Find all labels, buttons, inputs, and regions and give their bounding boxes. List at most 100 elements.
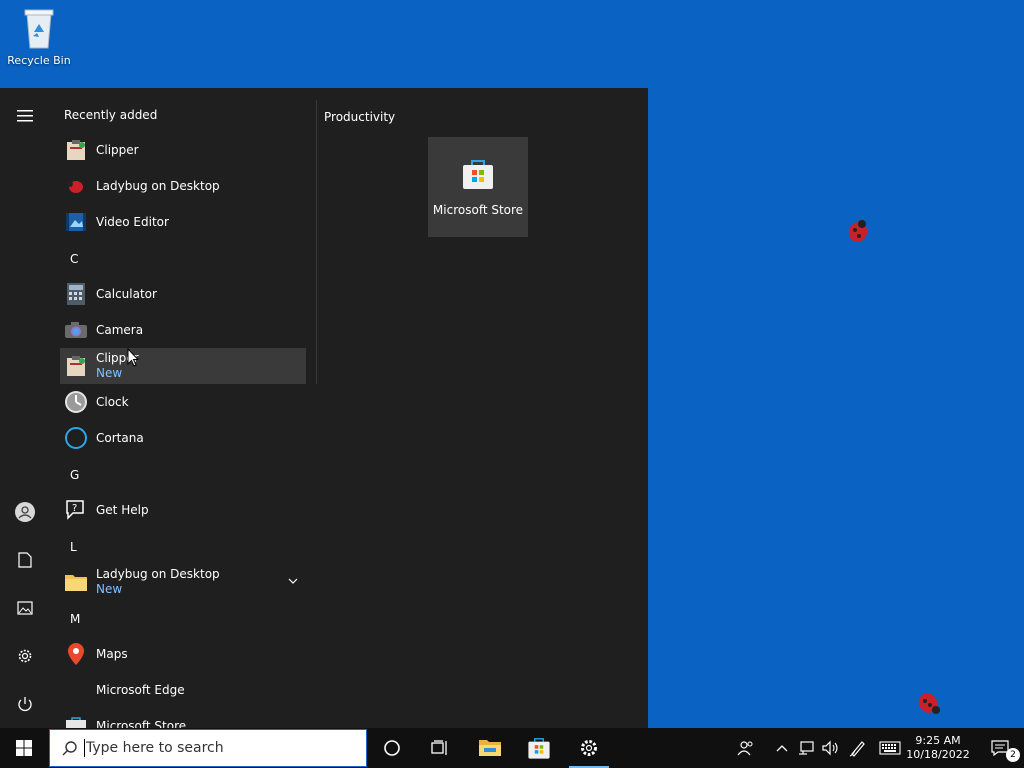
ladybug-icon[interactable] [916, 690, 942, 716]
calculator-icon [64, 282, 88, 306]
app-item-calculator[interactable]: Calculator [60, 276, 306, 312]
power-icon [18, 697, 32, 712]
app-label: Maps [96, 646, 128, 661]
pictures-button[interactable] [0, 590, 50, 626]
store-icon [463, 160, 493, 189]
volume-button[interactable] [818, 728, 842, 768]
cortana-icon [384, 740, 400, 756]
account-button[interactable] [0, 494, 50, 530]
pen-icon [849, 741, 865, 757]
taskbar: Type here to search 9:25 AM 10/18/2022 2 [0, 728, 1024, 768]
chevron-down-icon[interactable] [288, 578, 298, 584]
network-button[interactable] [794, 728, 818, 768]
app-item-clock[interactable]: Clock [60, 384, 306, 420]
map-pin-icon [64, 642, 88, 666]
app-item-video-editor[interactable]: Video Editor [60, 204, 306, 240]
text-caret [84, 739, 85, 757]
app-item-clipper-recent[interactable]: Clipper [60, 132, 306, 168]
app-name: Ladybug on Desktop [96, 567, 220, 581]
pen-workspace-button[interactable] [846, 728, 870, 768]
tile-microsoft-store[interactable]: Microsoft Store [428, 137, 528, 237]
task-view-button[interactable] [416, 728, 464, 768]
store-taskbar-button[interactable] [515, 728, 563, 768]
svg-text:?: ? [72, 503, 77, 514]
ladybug-icon [64, 174, 88, 198]
app-label: Camera [96, 322, 144, 337]
app-label: Microsoft Edge [96, 682, 185, 697]
app-label: Ladybug on Desktop New [96, 567, 220, 597]
app-item-clipper[interactable]: Clipper New [60, 348, 306, 384]
menu-divider [316, 100, 317, 384]
user-icon [15, 502, 35, 522]
store-icon [64, 714, 88, 728]
clipboard-icon [64, 354, 88, 378]
recently-added-title: Recently added [64, 108, 158, 122]
new-badge: New [96, 582, 123, 596]
app-label: Cortana [96, 430, 144, 445]
letter-header-c[interactable]: C [70, 252, 78, 266]
ladybug-icon[interactable] [846, 218, 870, 244]
letter-header-m[interactable]: M [70, 612, 80, 626]
letter-header-g[interactable]: G [70, 468, 79, 482]
chevron-up-icon [776, 745, 788, 752]
app-item-ladybug-recent[interactable]: Ladybug on Desktop [60, 168, 306, 204]
app-item-maps[interactable]: Maps [60, 636, 306, 672]
clock-time: 9:25 AM [915, 734, 961, 747]
app-label: Video Editor [96, 214, 169, 229]
app-item-store[interactable]: Microsoft Store [60, 708, 306, 728]
tile-group-title[interactable]: Productivity [324, 110, 395, 124]
document-icon [18, 552, 32, 568]
clock-button[interactable]: 9:25 AM 10/18/2022 [906, 728, 970, 768]
app-item-edge[interactable]: Microsoft Edge [60, 672, 306, 708]
mouse-cursor-icon [127, 348, 139, 367]
app-label: Microsoft Store [96, 718, 187, 729]
file-explorer-button[interactable] [466, 728, 514, 768]
start-menu: Recently added Clipper Ladybug on Deskto… [0, 88, 648, 728]
expand-menu-button[interactable] [0, 98, 50, 134]
app-item-get-help[interactable]: ? Get Help [60, 492, 306, 528]
app-label: Ladybug on Desktop [96, 178, 220, 193]
tile-label: Microsoft Store [432, 203, 524, 217]
folder-icon [479, 740, 501, 756]
speaker-icon [822, 740, 838, 756]
settings-taskbar-button[interactable] [565, 728, 613, 768]
people-button[interactable] [722, 728, 770, 768]
video-editor-icon [64, 210, 88, 234]
action-center-button[interactable]: 2 [976, 728, 1024, 768]
search-input[interactable]: Type here to search [49, 729, 367, 767]
network-icon [799, 741, 814, 755]
app-label: Clock [96, 394, 129, 409]
app-folder-ladybug[interactable]: Ladybug on Desktop New [60, 564, 306, 600]
settings-button[interactable] [0, 638, 50, 674]
notification-count-badge: 2 [1006, 748, 1020, 762]
app-label: Calculator [96, 286, 157, 301]
picture-icon [17, 601, 33, 615]
windows-logo-icon [16, 740, 32, 756]
hamburger-icon [17, 110, 33, 122]
documents-button[interactable] [0, 542, 50, 578]
letter-header-l[interactable]: L [70, 540, 77, 554]
search-icon [62, 741, 77, 756]
edge-icon [64, 678, 88, 702]
cortana-button[interactable] [368, 728, 416, 768]
start-rail [0, 88, 50, 728]
keyboard-icon [879, 741, 901, 755]
recycle-bin[interactable]: Recycle Bin [4, 6, 74, 76]
recycle-bin-label: Recycle Bin [7, 54, 71, 67]
gear-icon [18, 649, 32, 663]
clock-date: 10/18/2022 [906, 748, 970, 761]
touch-keyboard-button[interactable] [874, 728, 906, 768]
show-hidden-icons-button[interactable] [770, 728, 794, 768]
start-button[interactable] [0, 728, 48, 768]
store-icon [528, 738, 550, 759]
new-badge: New [96, 366, 123, 380]
cortana-icon [64, 426, 88, 450]
camera-icon [64, 318, 88, 342]
clipboard-icon [64, 138, 88, 162]
help-icon: ? [64, 498, 88, 522]
app-item-cortana[interactable]: Cortana [60, 420, 306, 456]
power-button[interactable] [0, 686, 50, 722]
people-icon [737, 741, 753, 756]
app-list: Recently added Clipper Ladybug on Deskto… [50, 88, 316, 728]
app-item-camera[interactable]: Camera [60, 312, 306, 348]
